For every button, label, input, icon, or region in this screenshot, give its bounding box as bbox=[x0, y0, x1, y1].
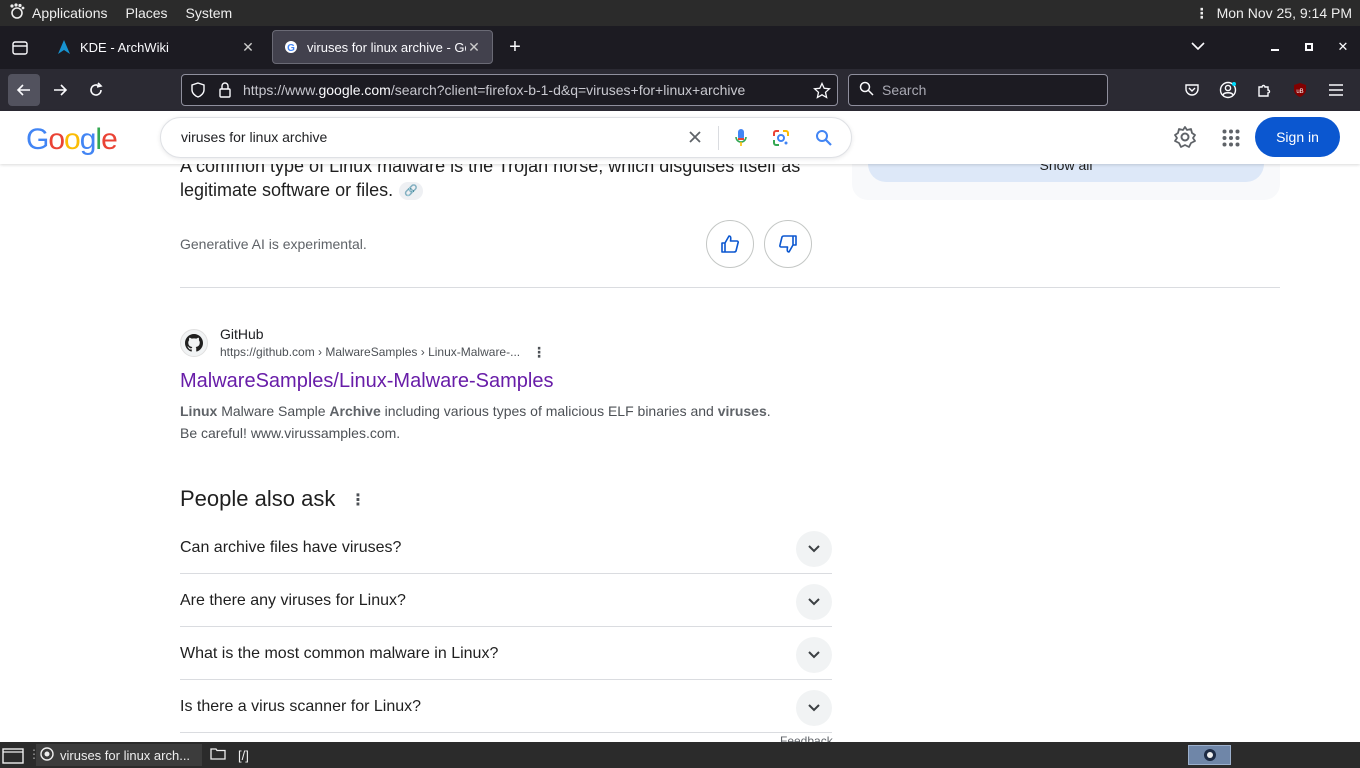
search-icon bbox=[859, 81, 874, 99]
microphone-icon[interactable] bbox=[734, 128, 748, 153]
result-snippet: Linux Malware Sample Archive including v… bbox=[180, 403, 771, 441]
pocket-icon[interactable] bbox=[1176, 74, 1208, 106]
ai-disclaimer: Generative AI is experimental. bbox=[180, 236, 367, 252]
search-submit-icon[interactable] bbox=[815, 129, 833, 152]
more-options-icon[interactable]: ⋮ bbox=[532, 344, 546, 361]
navigation-toolbar: https://www.google.com/search?client=fir… bbox=[0, 69, 1360, 111]
tab-google-search[interactable]: G viruses for linux archive - Go ✕ bbox=[272, 30, 493, 64]
taskbar-firefox-window[interactable]: viruses for linux arch... bbox=[36, 744, 202, 766]
firefox-search-bar[interactable]: Search bbox=[848, 74, 1108, 106]
tab-title: viruses for linux archive - Go bbox=[307, 39, 466, 55]
result-title-link[interactable]: MalwareSamples/Linux-Malware-Samples bbox=[180, 370, 553, 393]
chevron-down-icon[interactable] bbox=[796, 637, 832, 673]
thumbs-down-icon bbox=[779, 235, 797, 253]
github-icon[interactable] bbox=[180, 329, 208, 357]
ai-side-panel: Show all bbox=[852, 164, 1280, 200]
chevron-down-icon[interactable] bbox=[1188, 36, 1208, 56]
close-icon[interactable]: ✕ bbox=[240, 39, 256, 56]
search-results-content: A common type of Linux malware is the Tr… bbox=[0, 164, 1360, 742]
gnome-top-panel: Applications Places System ⋮ Mon Nov 25,… bbox=[0, 0, 1360, 26]
feedback-link[interactable]: Feedback bbox=[780, 734, 833, 742]
search-box-divider bbox=[718, 126, 719, 150]
panel-menu: Applications Places System bbox=[0, 0, 258, 26]
chevron-down-icon[interactable] bbox=[796, 531, 832, 567]
link-chip-icon[interactable]: 🔗 bbox=[399, 182, 424, 201]
paa-question[interactable]: Are there any viruses for Linux? bbox=[180, 574, 832, 627]
result-site-name[interactable]: GitHub bbox=[220, 326, 264, 342]
vertical-dots-icon[interactable]: ⋮ bbox=[1195, 5, 1209, 22]
maximize-icon[interactable] bbox=[1300, 38, 1318, 56]
people-also-ask-heading: People also ask bbox=[180, 486, 336, 511]
search-query-input[interactable]: viruses for linux archive bbox=[181, 129, 327, 145]
lock-icon[interactable] bbox=[218, 82, 232, 101]
bottom-taskbar: ⋮ viruses for linux arch... [/] bbox=[0, 742, 1360, 768]
url-text[interactable]: https://www.google.com/search?client=fir… bbox=[243, 82, 745, 98]
thumbs-up-button[interactable] bbox=[706, 220, 754, 268]
firefox-view-icon[interactable] bbox=[10, 38, 30, 58]
scrollbar[interactable] bbox=[1352, 164, 1360, 742]
archlinux-icon bbox=[56, 39, 72, 55]
new-tab-plus-icon[interactable]: + bbox=[504, 36, 526, 58]
settings-gear-icon[interactable] bbox=[1173, 125, 1197, 154]
menu-system[interactable]: System bbox=[186, 5, 233, 21]
thumbs-up-icon bbox=[721, 235, 739, 253]
google-search-box[interactable]: viruses for linux archive bbox=[160, 117, 852, 158]
tab-bar: KDE - ArchWiki ✕ G viruses for linux arc… bbox=[0, 26, 1360, 69]
taskbar-files-window[interactable]: [/] bbox=[206, 744, 253, 766]
chevron-down-icon[interactable] bbox=[796, 690, 832, 726]
folder-icon bbox=[210, 747, 226, 763]
ublock-origin-icon[interactable]: uB bbox=[1284, 74, 1316, 106]
svg-text:uB: uB bbox=[1296, 89, 1303, 95]
menu-places[interactable]: Places bbox=[126, 5, 168, 21]
window-close-icon[interactable]: ✕ bbox=[1334, 38, 1352, 56]
chevron-down-icon[interactable] bbox=[796, 584, 832, 620]
tab-title: KDE - ArchWiki bbox=[80, 39, 169, 55]
search-placeholder: Search bbox=[882, 82, 927, 98]
panel-clock-area: ⋮ Mon Nov 25, 9:14 PM bbox=[1195, 0, 1352, 26]
shield-icon[interactable] bbox=[190, 82, 206, 101]
svg-text:G: G bbox=[287, 43, 295, 54]
bookmark-star-icon[interactable] bbox=[813, 81, 831, 103]
google-header: Google viruses for linux archive Sign in bbox=[0, 111, 1360, 164]
gnome-foot-icon[interactable] bbox=[8, 2, 26, 24]
ai-overview-text: A common type of Linux malware is the Tr… bbox=[180, 164, 801, 201]
paa-question[interactable]: Is there a virus scanner for Linux? bbox=[180, 680, 832, 733]
paa-question[interactable]: Can archive files have viruses? bbox=[180, 521, 832, 574]
show-all-button[interactable]: Show all bbox=[868, 164, 1264, 182]
minimize-icon[interactable] bbox=[1266, 38, 1284, 56]
hamburger-menu-icon[interactable] bbox=[1320, 74, 1352, 106]
menu-applications[interactable]: Applications bbox=[32, 5, 108, 21]
more-options-icon[interactable]: ⋮ bbox=[350, 490, 366, 510]
back-button[interactable] bbox=[8, 74, 40, 106]
google-g-icon: G bbox=[283, 39, 299, 55]
google-lens-icon[interactable] bbox=[771, 128, 791, 153]
section-divider bbox=[180, 287, 1280, 288]
clear-x-icon[interactable] bbox=[687, 129, 703, 150]
apps-grid-icon[interactable] bbox=[1222, 129, 1240, 152]
clock[interactable]: Mon Nov 25, 9:14 PM bbox=[1217, 5, 1352, 21]
reload-button[interactable] bbox=[80, 74, 112, 106]
result-url[interactable]: https://github.com › MalwareSamples › Li… bbox=[220, 345, 520, 359]
url-bar[interactable]: https://www.google.com/search?client=fir… bbox=[181, 74, 838, 106]
firefox-icon bbox=[40, 746, 54, 764]
forward-button[interactable] bbox=[44, 74, 76, 106]
thumbs-down-button[interactable] bbox=[764, 220, 812, 268]
workspace-switcher[interactable] bbox=[1188, 745, 1231, 765]
google-logo[interactable]: Google bbox=[26, 123, 118, 157]
close-icon[interactable]: ✕ bbox=[466, 39, 482, 56]
paa-question[interactable]: What is the most common malware in Linux… bbox=[180, 627, 832, 680]
firefox-icon bbox=[1203, 749, 1216, 761]
show-desktop-icon[interactable] bbox=[2, 746, 24, 767]
sign-in-button[interactable]: Sign in bbox=[1255, 117, 1340, 157]
extensions-puzzle-icon[interactable] bbox=[1248, 74, 1280, 106]
tab-kde-archwiki[interactable]: KDE - ArchWiki ✕ bbox=[46, 30, 266, 64]
account-icon[interactable] bbox=[1212, 74, 1244, 106]
